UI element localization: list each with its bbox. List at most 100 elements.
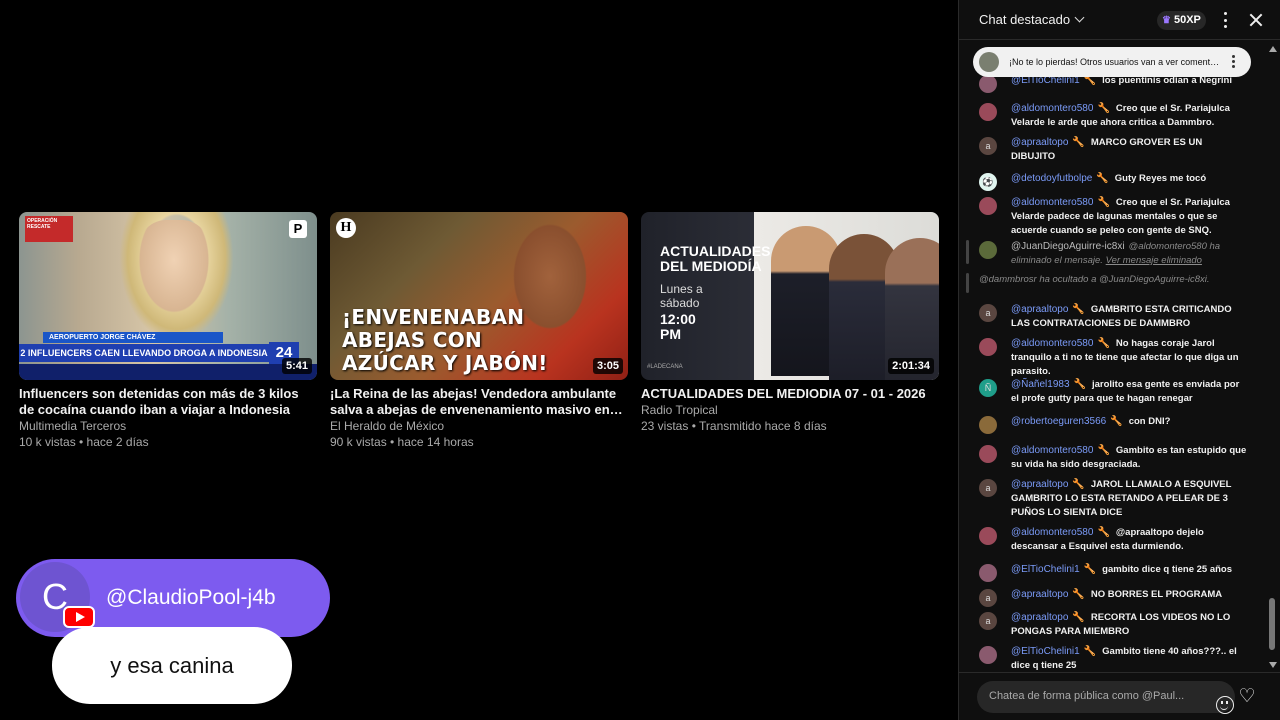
avatar[interactable]: a [979, 304, 997, 322]
chat-mode-selector[interactable]: Chat destacado [979, 12, 1070, 27]
message-author[interactable]: @apraaltopo [1011, 137, 1068, 148]
thumbnail-art [134, 220, 214, 320]
avatar[interactable]: a [979, 612, 997, 630]
emoji-icon[interactable] [1216, 696, 1234, 714]
pinned-text: ¡No te lo pierdas! Otros usuarios van a … [1009, 57, 1224, 67]
chat-message[interactable]: @robertoeguren3566 🔧 con DNI? [979, 415, 1264, 434]
moderator-wrench-icon: 🔧 [1097, 197, 1110, 208]
chat-message[interactable]: a @apraaltopo 🔧 JAROL LLAMALO A ESQUIVEL GA… [979, 478, 1264, 520]
avatar[interactable] [979, 564, 997, 582]
chat-message[interactable]: a @apraaltopo 🔧 GAMBRITO ESTA CRITICANDO LA… [979, 303, 1264, 331]
chevron-down-icon[interactable] [1074, 12, 1085, 23]
chat-message[interactable]: @JuanDiegoAguirre-ic8xi @aldomontero580 h… [966, 240, 1264, 268]
avatar[interactable] [979, 646, 997, 664]
avatar[interactable] [979, 445, 997, 463]
avatar[interactable]: ⚽ [979, 173, 997, 191]
scroll-down-arrow-icon[interactable] [1269, 662, 1277, 668]
video-card[interactable]: OPERACIÓN RESCATE P AEROPUERTO JORGE CHÁ… [19, 212, 317, 450]
message-author[interactable]: @ElTioChelini1 [1011, 646, 1080, 657]
thumbnail-caption: AEROPUERTO JORGE CHÁVEZ [43, 332, 223, 343]
close-icon[interactable] [1248, 12, 1264, 28]
message-text: gambito dice q tiene 25 años [1102, 564, 1233, 575]
avatar[interactable] [979, 241, 997, 259]
chat-message[interactable]: @aldomontero580 🔧 Creo que el Sr. Pariajul… [979, 196, 1264, 238]
chat-message[interactable]: a @apraaltopo 🔧 MARCO GROVER ES UN DIBUJITO [979, 136, 1264, 164]
chat-message[interactable]: ⚽ @detodoyfutbolpe 🔧 Guty Reyes me tocó [979, 172, 1264, 191]
message-author[interactable]: @JuanDiegoAguirre-ic8xi [1011, 241, 1125, 252]
avatar[interactable] [979, 527, 997, 545]
video-thumbnail[interactable]: OPERACIÓN RESCATE P AEROPUERTO JORGE CHÁ… [19, 212, 317, 380]
scroll-up-arrow-icon[interactable] [1269, 46, 1277, 52]
avatar[interactable]: a [979, 137, 997, 155]
xp-badge[interactable]: ♛ 50XP [1157, 11, 1206, 30]
overlay-message: y esa canina [52, 627, 292, 704]
avatar[interactable]: a [979, 589, 997, 607]
video-channel[interactable]: El Heraldo de México [330, 419, 628, 434]
video-title[interactable]: Influencers son detenidas con más de 3 k… [19, 386, 317, 418]
video-title[interactable]: ACTUALIDADES DEL MEDIODIA 07 - 01 - 2026 [641, 386, 939, 402]
avatar[interactable] [979, 197, 997, 215]
message-author[interactable]: @apraaltopo [1011, 612, 1068, 623]
message-author[interactable]: @aldomontero580 [1011, 445, 1093, 456]
message-text: con DNI? [1128, 416, 1171, 427]
scrollbar[interactable] [1265, 42, 1279, 672]
video-card[interactable]: H ¡ENVENENABAN ABEJAS CON AZÚCAR Y JABÓN… [330, 212, 628, 450]
view-deleted-link[interactable]: Ver mensaje eliminado [1106, 255, 1202, 266]
chat-message-list[interactable]: @ElTioChelini1 🔧 los puentinis odian a Neg… [959, 72, 1264, 672]
avatar[interactable] [979, 416, 997, 434]
message-author[interactable]: @aldomontero580 [1011, 103, 1093, 114]
message-author[interactable]: @apraaltopo [1011, 304, 1068, 315]
video-thumbnail[interactable]: ACTUALIDADES DEL MEDIODÍA Lunes a sábado… [641, 212, 939, 380]
chat-input[interactable]: Chatea de forma pública como @Paul... [977, 681, 1235, 714]
avatar[interactable]: Ñ [979, 379, 997, 397]
chat-message[interactable]: Ñ @Ñañel1983 🔧 jarolito esa gente es enviad… [979, 378, 1264, 406]
more-options-icon[interactable] [1232, 55, 1235, 68]
thumbnail-subtitle: Lunes a sábado [660, 282, 703, 310]
video-title[interactable]: ¡La Reina de las abejas! Vendedora ambul… [330, 386, 628, 418]
message-author[interactable]: @Ñañel1983 [1011, 379, 1070, 390]
message-author[interactable]: @aldomontero580 [1011, 338, 1093, 349]
pinned-banner[interactable]: ¡No te lo pierdas! Otros usuarios van a … [973, 47, 1251, 77]
avatar[interactable] [979, 103, 997, 121]
thumbnail-headline: ACTUALIDADES DEL MEDIODÍA [660, 243, 771, 274]
avatar[interactable] [979, 75, 997, 93]
message-author[interactable]: @apraaltopo [1011, 479, 1068, 490]
more-options-icon[interactable] [1224, 12, 1228, 28]
message-author[interactable]: @ElTioChelini1 [1011, 564, 1080, 575]
message-author[interactable]: @apraaltopo [1011, 589, 1068, 600]
avatar [979, 52, 999, 72]
video-card[interactable]: ACTUALIDADES DEL MEDIODÍA Lunes a sábado… [641, 212, 939, 434]
chat-message[interactable]: @ElTioChelini1 🔧 gambito dice q tiene 25 a… [979, 563, 1264, 582]
avatar[interactable] [979, 338, 997, 356]
moderator-wrench-icon: 🔧 [1072, 137, 1085, 148]
message-body: @ElTioChelini1 🔧 Gambito tiene 40 años???.… [1011, 645, 1247, 672]
message-author[interactable]: @robertoeguren3566 [1011, 416, 1106, 427]
chat-message[interactable]: @aldomontero580 🔧 Gambito es tan estupido … [979, 444, 1264, 472]
thumbnail-time: 12:00 PM [660, 311, 696, 342]
video-channel[interactable]: Multimedia Terceros [19, 419, 317, 434]
video-stats: 23 vistas • Transmitido hace 8 días [641, 419, 827, 433]
video-grid: OPERACIÓN RESCATE P AEROPUERTO JORGE CHÁ… [19, 212, 939, 452]
video-stats: 90 k vistas • hace 14 horas [330, 435, 474, 449]
chat-message[interactable]: @aldomontero580 🔧 Creo que el Sr. Pariajul… [979, 102, 1264, 130]
video-thumbnail[interactable]: H ¡ENVENENABAN ABEJAS CON AZÚCAR Y JABÓN… [330, 212, 628, 380]
message-body: @Ñañel1983 🔧 jarolito esa gente es enviada… [1011, 378, 1247, 406]
chat-system-message[interactable]: @dammbrosr ha ocultado a @JuanDiegoAguir… [966, 273, 1264, 293]
system-text: @dammbrosr ha ocultado a @JuanDiegoAguir… [979, 274, 1210, 285]
message-author[interactable]: @aldomontero580 [1011, 527, 1093, 538]
chat-message[interactable]: @ElTioChelini1 🔧 Gambito tiene 40 años???.… [979, 645, 1264, 672]
chat-message[interactable]: a @apraaltopo 🔧 NO BORRES EL PROGRAMA [979, 588, 1264, 607]
heart-icon[interactable]: ♡ [1235, 685, 1259, 709]
message-author[interactable]: @aldomontero580 [1011, 197, 1093, 208]
scrollbar-thumb[interactable] [1269, 598, 1275, 650]
moderator-wrench-icon: 🔧 [1083, 646, 1097, 657]
chat-input-placeholder: Chatea de forma pública como @Paul... [989, 690, 1185, 702]
avatar[interactable]: a [979, 479, 997, 497]
chat-message[interactable]: @aldomontero580 🔧 @apraaltopo dejelo desca… [979, 526, 1264, 554]
video-channel[interactable]: Radio Tropical [641, 403, 939, 418]
message-divider [966, 240, 969, 264]
chat-message[interactable]: a @apraaltopo 🔧 RECORTA LOS VIDEOS NO LO PO… [979, 611, 1264, 639]
message-author[interactable]: @detodoyfutbolpe [1011, 173, 1092, 184]
moderator-wrench-icon: 🔧 [1096, 173, 1109, 184]
chat-message[interactable]: @aldomontero580 🔧 No hagas coraje Jarol tr… [979, 337, 1264, 379]
